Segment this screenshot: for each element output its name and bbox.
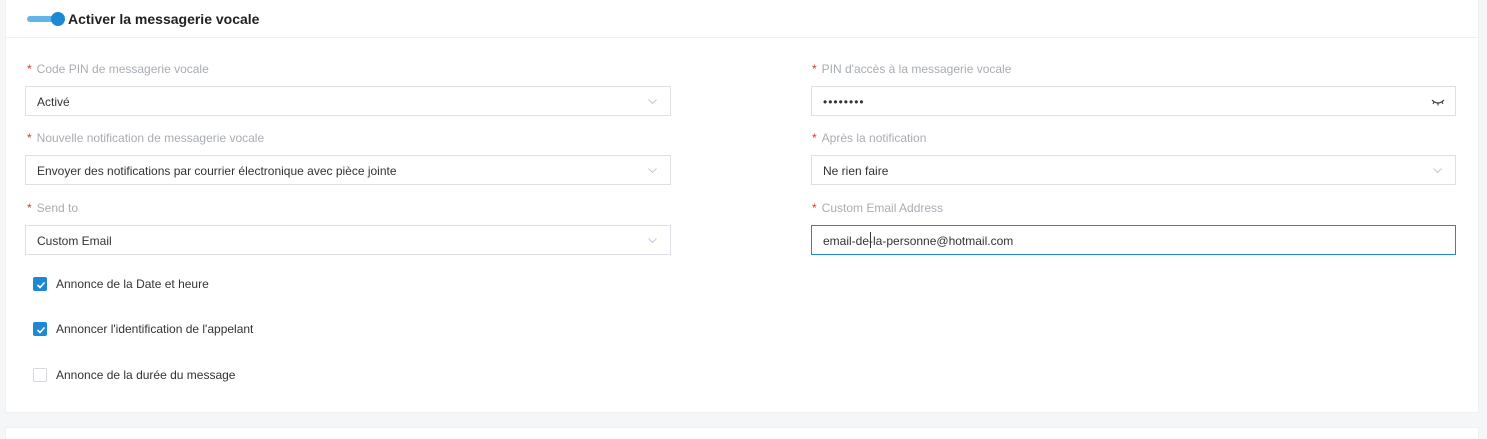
- custom-email-input[interactable]: email-de-la-personne@hotmail.com: [811, 225, 1456, 255]
- panel-header: Activer la messagerie vocale: [6, 0, 1478, 38]
- pin-access-label: * PIN d'accès à la messagerie vocale: [812, 62, 1012, 76]
- custom-email-value: email-de-la-personne@hotmail.com: [823, 234, 1014, 248]
- send-to-select[interactable]: Custom Email: [25, 225, 671, 255]
- checkbox-label: Annonce de la durée du message: [56, 368, 236, 382]
- checkbox-checked[interactable]: [33, 277, 47, 291]
- checkbox-label: Annoncer l'identification de l'appelant: [56, 322, 254, 336]
- pin-mode-label: * Code PIN de messagerie vocale: [27, 62, 209, 76]
- voicemail-enable-toggle[interactable]: [27, 12, 65, 26]
- new-notification-label: * Nouvelle notification de messagerie voc…: [27, 131, 265, 145]
- after-notification-value: Ne rien faire: [823, 164, 889, 178]
- panel-title: Activer la messagerie vocale: [68, 11, 260, 27]
- new-notification-value: Envoyer des notifications par courrier é…: [37, 164, 397, 178]
- eye-closed-icon[interactable]: [1431, 97, 1445, 107]
- pin-access-value: ••••••••: [823, 95, 865, 109]
- after-notification-select[interactable]: Ne rien faire: [811, 155, 1456, 185]
- pin-access-input[interactable]: ••••••••: [811, 86, 1456, 116]
- chevron-down-icon: [1433, 168, 1442, 174]
- chevron-down-icon: [648, 168, 657, 174]
- pin-mode-value: Activé: [37, 95, 70, 109]
- chevron-down-icon: [648, 238, 657, 244]
- next-section-panel: [5, 427, 1479, 439]
- text-caret: [870, 232, 871, 248]
- checkmark-icon: [36, 281, 46, 289]
- checkbox-checked[interactable]: [33, 322, 47, 336]
- toggle-knob: [51, 12, 65, 26]
- new-notification-select[interactable]: Envoyer des notifications par courrier é…: [25, 155, 671, 185]
- after-notification-label: * Après la notification: [812, 131, 927, 145]
- pin-mode-select[interactable]: Activé: [25, 86, 671, 116]
- required-marker: *: [27, 62, 32, 76]
- checkbox-label: Annonce de la Date et heure: [56, 277, 209, 291]
- chevron-down-icon: [648, 99, 657, 105]
- checkmark-icon: [36, 326, 46, 334]
- send-to-value: Custom Email: [37, 234, 112, 248]
- voicemail-settings-panel: Activer la messagerie vocale * Code PIN d…: [5, 0, 1479, 413]
- checkbox-unchecked[interactable]: [33, 368, 47, 382]
- send-to-label: * Send to: [27, 201, 79, 215]
- custom-email-label: * Custom Email Address: [812, 201, 944, 215]
